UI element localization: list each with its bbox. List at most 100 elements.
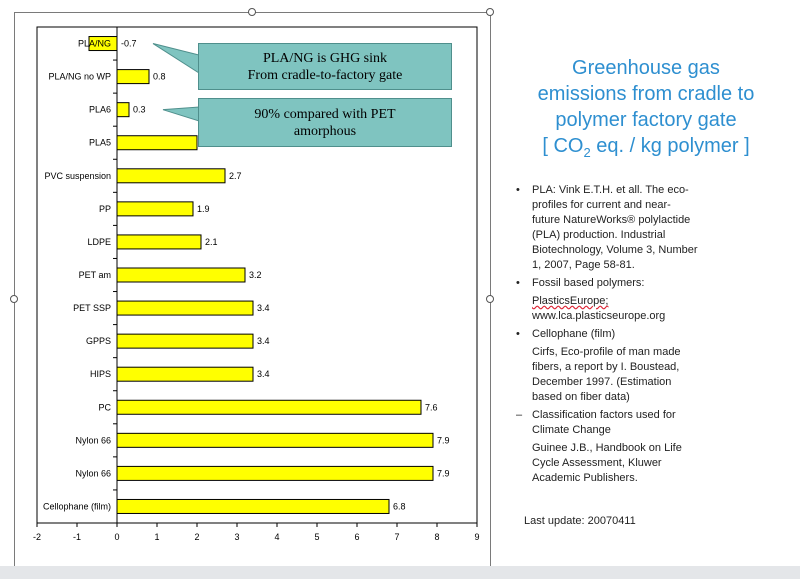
data-label: 7.6 — [425, 402, 438, 412]
data-label: 0.3 — [133, 105, 146, 115]
title-unit-sub: 2 — [583, 145, 591, 160]
category-label: LDPE — [87, 237, 111, 247]
slide-canvas: -2 -1 0 1 2 3 4 5 6 7 8 9 PLA/NG -0.7 PLA/NG no WP 0.8 P… — [0, 0, 800, 578]
bar — [116, 234, 202, 250]
category-label: PLA/NG — [78, 39, 111, 49]
bar — [116, 102, 130, 118]
data-label: 3.2 — [249, 270, 262, 280]
bar — [116, 69, 150, 85]
ref-line: Academic Publishers. — [532, 472, 638, 484]
category-label: PP — [99, 204, 111, 214]
callout-pet-line1: 90% compared with PET — [254, 106, 396, 122]
title-unit-post: eq. / kg polymer ] — [590, 135, 750, 157]
x-tick-label: 4 — [274, 532, 279, 542]
data-label: 7.9 — [437, 435, 450, 445]
callout-pet-line2: amorphous — [293, 123, 357, 139]
bar — [116, 465, 434, 481]
title-line-2: emissions from cradle to — [537, 83, 755, 105]
x-tick-label: 9 — [474, 532, 479, 542]
bullet: • — [516, 277, 520, 289]
references-list: • PLA: Vink E.T.H. et all. The eco- prof… — [510, 183, 780, 489]
ref-line: 1, 2007, Page 58-81. — [532, 259, 635, 271]
category-label: PET am — [79, 270, 111, 280]
bottom-bar — [0, 566, 800, 579]
bar — [116, 366, 254, 382]
x-tick-label: 6 — [354, 532, 359, 542]
ref-line: (PLA) production. Industrial — [532, 229, 666, 241]
x-tick-label: -1 — [73, 532, 81, 542]
resize-handle-left[interactable] — [10, 295, 18, 303]
x-tick-label: 2 — [194, 532, 199, 542]
resize-handle-right[interactable] — [486, 295, 494, 303]
x-tick-label: 7 — [394, 532, 399, 542]
ref-line: Biotechnology, Volume 3, Number — [532, 244, 698, 256]
bar — [116, 201, 194, 217]
ref-line: Guinee J.B., Handbook on Life — [532, 442, 682, 454]
ref-line: future NatureWorks® polylactide — [532, 214, 691, 226]
resize-handle-top-right[interactable] — [486, 8, 494, 16]
category-label: PET SSP — [73, 303, 111, 313]
callout-pointer-ghg — [152, 43, 200, 74]
bar — [116, 300, 254, 316]
reference-cellophane: • Cellophane (film) — [510, 327, 780, 342]
data-label: 3.4 — [257, 336, 270, 346]
ref-line: PlasticsEurope; — [532, 295, 609, 307]
bullet: • — [516, 328, 520, 340]
callout-pointer-pet — [162, 106, 200, 122]
resize-handle-top[interactable] — [248, 8, 256, 16]
title-unit-pre: [ CO — [542, 135, 584, 157]
data-label: 2.7 — [229, 171, 242, 181]
reference-classification: – Classification factors used for Climat… — [510, 408, 780, 438]
ref-line: Cirfs, Eco-profile of man made — [532, 346, 681, 358]
bullet: • — [516, 184, 520, 196]
chart-selection-frame[interactable]: -2 -1 0 1 2 3 4 5 6 7 8 9 PLA/NG -0.7 PLA/NG no WP 0.8 P… — [14, 12, 491, 578]
data-label: 3.4 — [257, 369, 270, 379]
data-label: 7.9 — [437, 468, 450, 478]
ref-line: www.lca.plasticseurope.org — [532, 310, 666, 322]
category-label: PVC suspension — [44, 171, 111, 181]
bar — [116, 168, 226, 184]
bar — [116, 432, 434, 448]
data-label: 3.4 — [257, 303, 270, 313]
bullet: – — [516, 409, 523, 421]
data-label: 0.8 — [153, 72, 166, 82]
bar — [116, 333, 254, 349]
data-label: 2.1 — [205, 237, 218, 247]
ref-line: profiles for current and near- — [532, 199, 671, 211]
ref-line: Fossil based polymers: — [532, 277, 645, 289]
category-label: PLA/NG no WP — [48, 72, 111, 82]
callout-pet-comparison: 90% compared with PET amorphous — [198, 98, 452, 147]
last-update: Last update: 20070411 — [524, 515, 636, 527]
reference-fossil-source: PlasticsEurope; www.lca.plasticseurope.o… — [510, 294, 780, 324]
callout-ghg-sink-line1: PLA/NG is GHG sink — [262, 50, 388, 66]
category-label: Nylon 66 — [75, 468, 111, 478]
reference-cellophane-source: Cirfs, Eco-profile of man made fibers, a… — [510, 345, 780, 405]
bar — [116, 498, 390, 514]
reference-classification-source: Guinee J.B., Handbook on Life Cycle Asse… — [510, 441, 780, 486]
category-label: PLA6 — [89, 105, 111, 115]
ref-line: Climate Change — [532, 424, 611, 436]
x-tick-label: 0 — [114, 532, 119, 542]
data-label: -0.7 — [121, 39, 137, 49]
bar — [116, 267, 246, 283]
category-label: PC — [98, 402, 111, 412]
x-tick-label: -2 — [33, 532, 41, 542]
x-tick-label: 5 — [314, 532, 319, 542]
x-tick-label: 1 — [154, 532, 159, 542]
ref-line: December 1997. (Estimation — [532, 376, 672, 388]
callout-ghg-sink: PLA/NG is GHG sink From cradle-to-factor… — [198, 43, 452, 90]
bar — [116, 399, 422, 415]
ref-line: Cellophane (film) — [532, 328, 616, 340]
reference-pla: • PLA: Vink E.T.H. et all. The eco- prof… — [510, 183, 780, 273]
ref-line: PLA: Vink E.T.H. et all. The eco- — [532, 184, 689, 196]
ref-line: based on fiber data) — [532, 391, 630, 403]
category-label: HIPS — [90, 369, 111, 379]
ref-line: Classification factors used for — [532, 409, 676, 421]
reference-fossil: • Fossil based polymers: — [510, 276, 780, 291]
title-line-4: [ CO2 eq. / kg polymer ] — [512, 133, 780, 166]
bar — [116, 135, 198, 151]
x-tick-label: 3 — [234, 532, 239, 542]
callout-ghg-sink-line2: From cradle-to-factory gate — [247, 67, 403, 83]
data-label: 6.8 — [393, 501, 406, 511]
slide-title: Greenhouse gas emissions from cradle to … — [512, 55, 780, 166]
